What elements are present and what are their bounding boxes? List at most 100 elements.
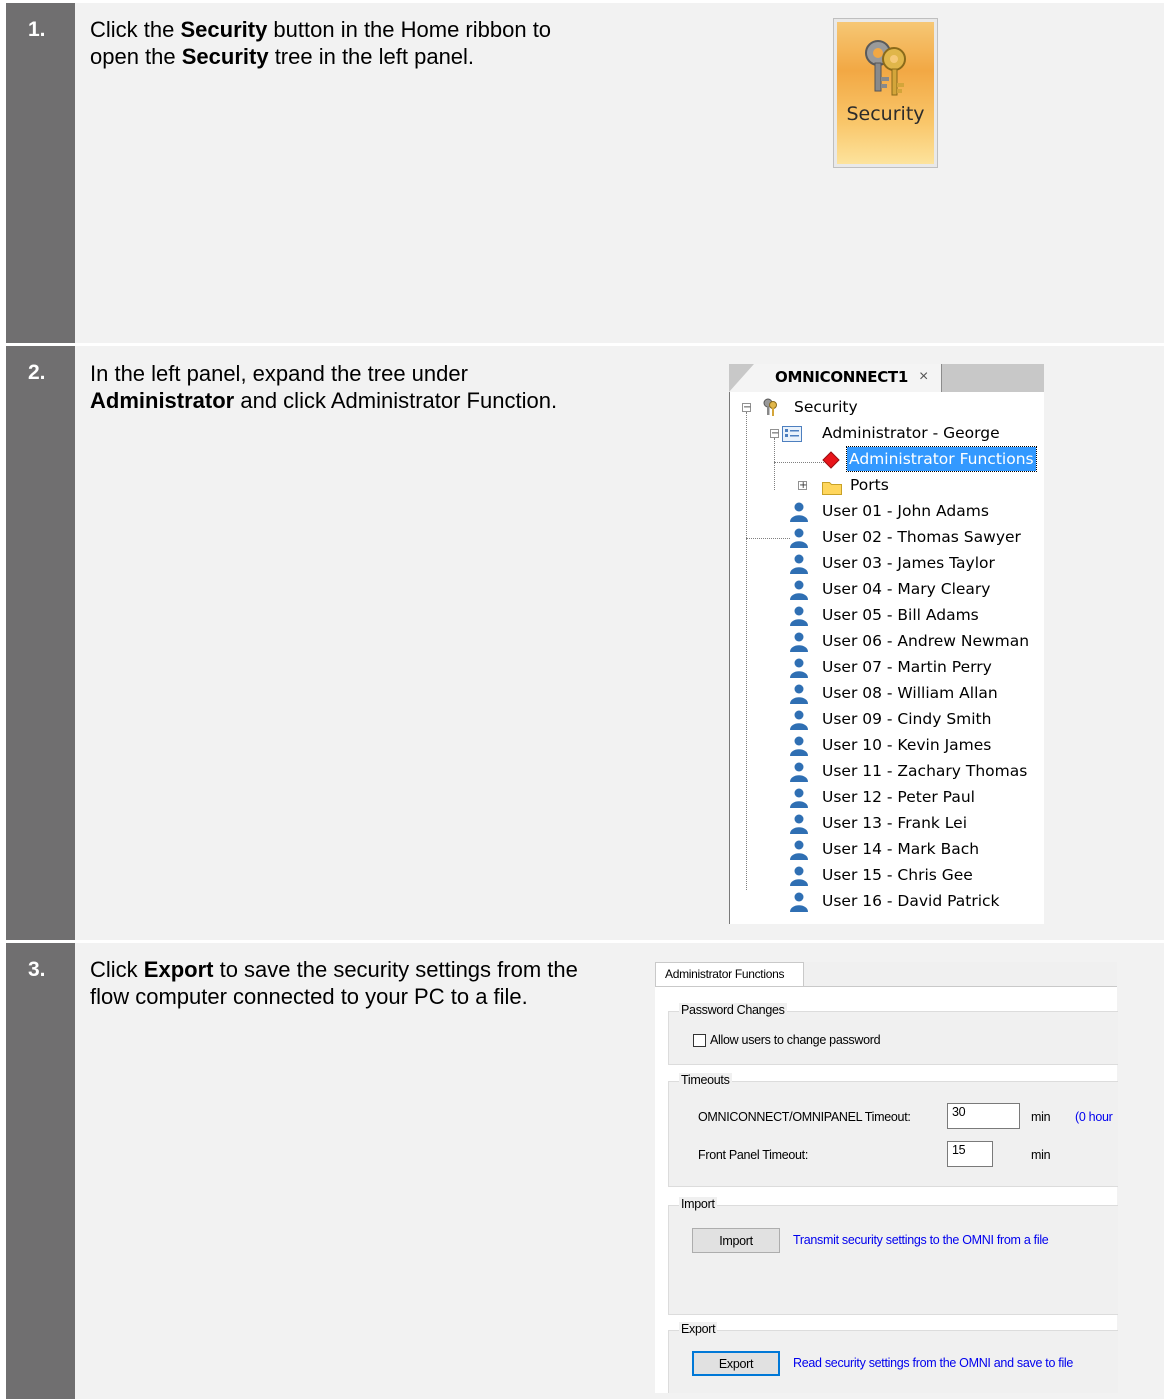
step-number: 3. (6, 943, 75, 1399)
step-number: 1. (6, 3, 75, 343)
step-instruction: In the left panel, expand the tree under… (90, 361, 558, 413)
admin-icon (782, 425, 802, 449)
keys-icon (760, 397, 780, 424)
step-instruction: Click Export to save the security settin… (90, 957, 578, 1009)
import-group: Import Import Transmit security settings… (668, 1197, 1118, 1315)
timeout-unit: min (1031, 1110, 1051, 1124)
tree-node-label: User 11 - Zachary Thomas (822, 762, 1028, 780)
user-icon (790, 866, 808, 886)
user-icon (790, 788, 808, 808)
group-title: Timeouts (679, 1073, 732, 1087)
timeout-hours-note: (0 hour (1075, 1110, 1113, 1124)
tree-node-user[interactable]: User 11 - Zachary Thomas (790, 759, 1040, 783)
tree-node-label: User 01 - John Adams (822, 502, 989, 520)
user-icon (790, 710, 808, 730)
tab-omniconnect1[interactable]: OMNICONNECT1 × (729, 364, 942, 392)
tree-node-label: User 16 - David Patrick (822, 892, 1000, 910)
tree-node-user[interactable]: User 04 - Mary Cleary (790, 577, 1040, 601)
timeouts-group: Timeouts OMNICONNECT/OMNIPANEL Timeout: … (668, 1073, 1118, 1187)
group-title: Export (679, 1322, 718, 1336)
tree-node-user[interactable]: User 10 - Kevin James (790, 733, 1040, 757)
tree-node-user[interactable]: User 06 - Andrew Newman (790, 629, 1040, 653)
omniconnect-timeout-label: OMNICONNECT/OMNIPANEL Timeout: (698, 1110, 911, 1124)
import-description: Transmit security settings to the OMNI f… (793, 1233, 1049, 1247)
user-icon (790, 892, 808, 912)
export-button[interactable]: Export (692, 1351, 780, 1376)
collapse-icon[interactable]: − (770, 429, 779, 439)
tree-node-security[interactable]: − Security (740, 395, 940, 419)
group-title: Password Changes (679, 1003, 787, 1017)
step-instruction: Click the Security button in the Home ri… (90, 17, 552, 69)
tree-node-label: User 14 - Mark Bach (822, 840, 980, 858)
user-icon (790, 502, 808, 522)
step-row-1: 1. Click the Security button in the Home… (6, 3, 1164, 343)
tree-node-label: User 03 - James Taylor (822, 554, 995, 572)
user-icon (790, 528, 808, 548)
omniconnect-timeout-field[interactable]: 30 (947, 1103, 1020, 1129)
document-tab-bar: OMNICONNECT1 × (729, 364, 1044, 392)
tree-node-user[interactable]: User 13 - Frank Lei (790, 811, 1040, 835)
collapse-icon[interactable]: − (742, 403, 751, 413)
security-tree: − Security − Administrator - George Admi… (729, 392, 1045, 924)
tab-title: OMNICONNECT1 (775, 368, 909, 386)
export-description: Read security settings from the OMNI and… (793, 1356, 1074, 1370)
user-icon (790, 684, 808, 704)
front-panel-timeout-field[interactable]: 15 (947, 1141, 993, 1167)
step-number: 2. (6, 346, 75, 940)
tree-node-label: User 08 - William Allan (822, 684, 998, 702)
tree-node-user[interactable]: User 05 - Bill Adams (790, 603, 1040, 627)
tree-node-label: Administrator - George (822, 424, 1000, 442)
tree-node-label: User 06 - Andrew Newman (822, 632, 1030, 650)
tree-node-user[interactable]: User 14 - Mark Bach (790, 837, 1040, 861)
tree-node-user[interactable]: User 01 - John Adams (790, 499, 1040, 523)
tree-node-administrator-functions[interactable]: Administrator Functions (820, 446, 1040, 472)
dialog-body: Password Changes Allow users to change p… (655, 986, 1118, 1393)
user-icon (790, 554, 808, 574)
tree-node-user[interactable]: User 07 - Martin Perry (790, 655, 1040, 679)
front-panel-timeout-label: Front Panel Timeout: (698, 1148, 809, 1162)
tree-node-user[interactable]: User 15 - Chris Gee (790, 863, 1040, 887)
user-icon (790, 658, 808, 678)
tree-node-label: User 15 - Chris Gee (822, 866, 973, 884)
group-title: Import (679, 1197, 717, 1211)
expand-icon[interactable]: + (798, 481, 807, 491)
import-button[interactable]: Import (692, 1228, 780, 1253)
user-icon (790, 580, 808, 600)
tree-node-label: User 02 - Thomas Sawyer (822, 528, 1021, 546)
close-icon[interactable]: × (919, 368, 928, 386)
tree-node-user[interactable]: User 12 - Peter Paul (790, 785, 1040, 809)
tree-node-user[interactable]: User 02 - Thomas Sawyer (790, 525, 1040, 549)
tree-node-label: User 10 - Kevin James (822, 736, 992, 754)
user-icon (790, 606, 808, 626)
security-ribbon-button[interactable]: Security (833, 18, 938, 168)
user-icon (790, 632, 808, 652)
tree-node-user[interactable]: User 16 - David Patrick (790, 889, 1040, 913)
tree-node-label: Administrator Functions (846, 446, 1037, 472)
security-tree-panel: OMNICONNECT1 × − Security − Administrato… (729, 364, 1044, 924)
timeout-unit: min (1031, 1148, 1051, 1162)
keys-icon (856, 37, 916, 104)
tree-node-user[interactable]: User 03 - James Taylor (790, 551, 1040, 575)
password-changes-group: Password Changes Allow users to change p… (668, 1003, 1118, 1065)
tab-administrator-functions[interactable]: Administrator Functions (655, 962, 804, 986)
administrator-functions-dialog: Administrator Functions Password Changes… (655, 962, 1118, 1393)
user-icon (790, 814, 808, 834)
tree-node-administrator[interactable]: − Administrator - George (768, 421, 1028, 445)
security-button-label: Security (846, 103, 925, 125)
user-icon (790, 762, 808, 782)
tree-node-label: User 05 - Bill Adams (822, 606, 979, 624)
export-group: Export Export Read security settings fro… (668, 1322, 1118, 1393)
tree-node-label: User 12 - Peter Paul (822, 788, 975, 806)
allow-change-password-checkbox[interactable] (693, 1034, 706, 1047)
user-icon (790, 840, 808, 860)
user-icon (790, 736, 808, 756)
tree-node-user[interactable]: User 08 - William Allan (790, 681, 1040, 705)
tree-node-label: User 13 - Frank Lei (822, 814, 968, 832)
tree-node-label: Ports (850, 476, 889, 494)
tree-node-ports[interactable]: + Ports (796, 473, 996, 497)
checkbox-label: Allow users to change password (710, 1033, 881, 1047)
tree-node-label: User 09 - Cindy Smith (822, 710, 992, 728)
tree-node-label: User 07 - Martin Perry (822, 658, 992, 676)
tree-node-user[interactable]: User 09 - Cindy Smith (790, 707, 1040, 731)
tree-node-label: User 04 - Mary Cleary (822, 580, 991, 598)
